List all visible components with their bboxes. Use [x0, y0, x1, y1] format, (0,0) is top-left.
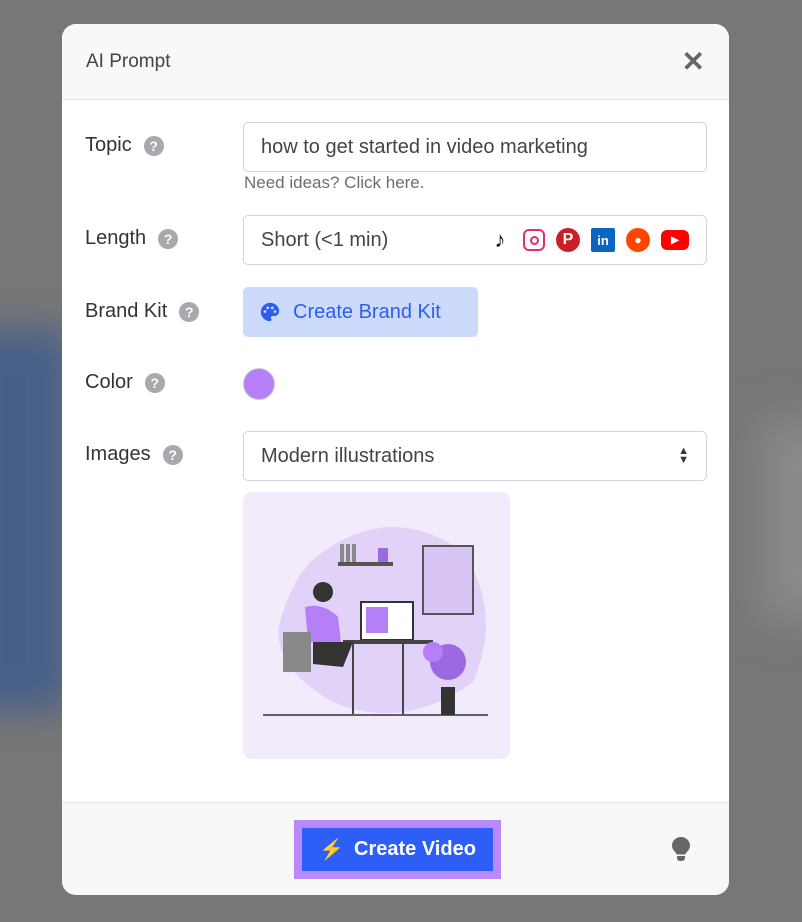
- tiktok-icon: ♪: [494, 227, 506, 252]
- brand-kit-label-row: Brand Kit?: [85, 300, 200, 323]
- color-label: Color: [85, 371, 133, 393]
- color-swatch[interactable]: [243, 368, 275, 400]
- images-label: Images: [85, 443, 151, 465]
- close-icon[interactable]: ✕: [682, 45, 705, 78]
- help-icon[interactable]: ?: [144, 372, 165, 393]
- topic-value: how to get started in video marketing: [261, 135, 588, 158]
- modal-title: AI Prompt: [86, 50, 171, 72]
- topic-label-row: Topic?: [85, 134, 164, 157]
- linkedin-icon: in: [591, 228, 615, 252]
- youtube-icon: ▶: [661, 230, 689, 250]
- create-video-label: Create Video: [354, 838, 476, 860]
- length-select[interactable]: Short (<1 min) ♪ P in ● ▶: [243, 215, 707, 265]
- need-ideas-link[interactable]: Need ideas? Click here.: [244, 173, 424, 193]
- modal-header: AI Prompt ✕: [62, 24, 729, 100]
- create-brand-kit-button[interactable]: Create Brand Kit: [243, 287, 478, 337]
- help-icon[interactable]: ?: [143, 135, 164, 156]
- images-select[interactable]: Modern illustrations ▲ ▼: [243, 431, 707, 481]
- image-style-preview: [243, 492, 510, 759]
- help-icon[interactable]: ?: [158, 228, 179, 249]
- modal-footer: ⚡ Create Video: [62, 802, 729, 895]
- platform-icons: ♪ P in ● ▶: [488, 227, 689, 252]
- instagram-icon: [523, 229, 545, 251]
- topic-label: Topic: [85, 134, 132, 156]
- select-arrows-icon: ▲ ▼: [678, 445, 689, 466]
- lightning-icon: ⚡: [319, 839, 344, 861]
- lightbulb-icon[interactable]: [672, 837, 690, 861]
- help-icon[interactable]: ?: [179, 301, 200, 322]
- illustration-image: [263, 527, 488, 716]
- create-video-button[interactable]: ⚡ Create Video: [294, 820, 501, 879]
- length-value: Short (<1 min): [261, 228, 389, 251]
- brand-kit-label: Brand Kit: [85, 300, 168, 322]
- topic-input[interactable]: how to get started in video marketing: [243, 122, 707, 172]
- background-blur: [0, 330, 70, 710]
- palette-icon: [260, 302, 280, 322]
- help-icon[interactable]: ?: [162, 444, 183, 465]
- length-label-row: Length?: [85, 227, 179, 250]
- reddit-icon: ●: [626, 228, 650, 252]
- create-brand-kit-label: Create Brand Kit: [293, 300, 441, 323]
- images-value: Modern illustrations: [261, 444, 435, 467]
- pinterest-icon: P: [556, 228, 580, 252]
- background-blur: [762, 420, 802, 620]
- color-label-row: Color?: [85, 371, 165, 394]
- ai-prompt-modal: AI Prompt ✕ Topic? how to get started in…: [62, 24, 729, 895]
- images-label-row: Images?: [85, 443, 183, 466]
- length-label: Length: [85, 227, 147, 249]
